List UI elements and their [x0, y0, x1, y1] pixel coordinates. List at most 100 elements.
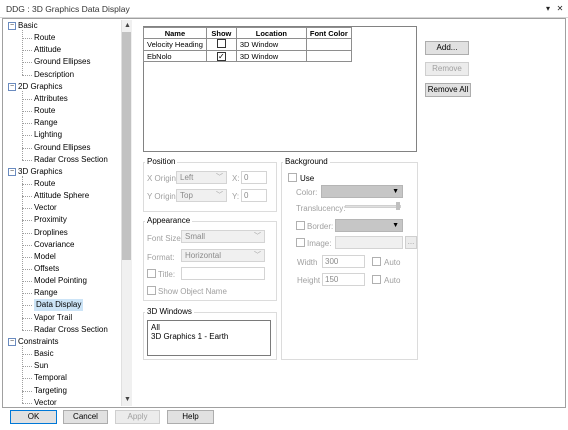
- height-auto-checkbox[interactable]: [372, 275, 381, 284]
- tree-item-sun[interactable]: Sun: [34, 360, 48, 372]
- translucency-slider-thumb[interactable]: [396, 202, 400, 210]
- column-header-font-color[interactable]: Font Color: [305, 27, 352, 39]
- tree-item-vector[interactable]: Vector: [34, 202, 57, 214]
- tree-item-model-pointing[interactable]: Model Pointing: [34, 275, 87, 287]
- width-input[interactable]: 300: [322, 255, 365, 268]
- use-background-checkbox[interactable]: [288, 173, 297, 182]
- title-input[interactable]: [181, 267, 265, 280]
- tree-item-range[interactable]: Range: [34, 117, 58, 129]
- tree-item-vapor-trail[interactable]: Vapor Trail: [34, 312, 72, 324]
- tree-item-model[interactable]: Model: [34, 251, 56, 263]
- tree-item-ground-ellipses[interactable]: Ground Ellipses: [34, 142, 90, 154]
- tree-connector: [22, 38, 32, 40]
- column-header-name[interactable]: Name: [143, 27, 207, 39]
- height-auto-label: Auto: [384, 276, 401, 285]
- row-location[interactable]: 3D Window: [235, 50, 307, 62]
- collapse-icon[interactable]: −: [8, 21, 16, 30]
- tree-item-offsets[interactable]: Offsets: [34, 263, 59, 275]
- x-input[interactable]: 0: [241, 171, 267, 184]
- ok-button[interactable]: OK: [10, 410, 57, 424]
- show-object-name-checkbox[interactable]: [147, 286, 156, 295]
- y-input[interactable]: 0: [241, 189, 267, 202]
- format-select[interactable]: Horizontal ﹀: [181, 249, 265, 262]
- border-checkbox[interactable]: [296, 221, 305, 230]
- show-checkbox[interactable]: ✓: [216, 51, 226, 61]
- tree-item-route[interactable]: Route: [34, 105, 55, 117]
- tree-group-3d-graphics[interactable]: −3D Graphics: [8, 166, 62, 178]
- translucency-slider[interactable]: [345, 205, 401, 208]
- close-icon[interactable]: ✕: [555, 4, 565, 14]
- image-browse-button[interactable]: ...: [405, 236, 417, 249]
- data-display-table: Name Show Location Font Color Velocity H…: [143, 27, 352, 62]
- dropdown-arrow-icon: ▼: [392, 188, 399, 195]
- x-label: X:: [232, 174, 240, 183]
- tree-item-targeting[interactable]: Targeting: [34, 385, 67, 397]
- tree-connector: [22, 175, 23, 330]
- collapse-icon[interactable]: −: [8, 167, 16, 176]
- row-location[interactable]: 3D Window: [235, 38, 307, 51]
- table-row[interactable]: EbNolo ✓ 3D Window: [143, 50, 352, 62]
- menu-icon[interactable]: ▾: [543, 4, 553, 14]
- tree-scroll-thumb[interactable]: [122, 32, 131, 260]
- background-color-select[interactable]: ▼: [321, 185, 403, 198]
- remove-all-button[interactable]: Remove All: [425, 83, 471, 97]
- tree-group-constraints[interactable]: − Constraints: [8, 336, 58, 348]
- tree-item-route[interactable]: Route: [34, 32, 55, 44]
- add-button[interactable]: Add...: [425, 41, 469, 55]
- tree-connector: [22, 196, 32, 198]
- list-item[interactable]: 3D Graphics 1 - Earth: [151, 332, 267, 341]
- collapse-icon[interactable]: −: [8, 337, 16, 346]
- position-group-title: Position: [145, 157, 178, 166]
- apply-button[interactable]: Apply: [115, 410, 160, 424]
- tree-connector: [22, 378, 32, 380]
- row-font-color[interactable]: [305, 38, 352, 51]
- scroll-down-icon[interactable]: ▼: [122, 394, 133, 405]
- y-origin-select[interactable]: Top ﹀: [176, 189, 227, 202]
- tree-item-radar-cross-section[interactable]: Radar Cross Section: [34, 154, 108, 166]
- tree-item-basic[interactable]: Basic: [34, 348, 54, 360]
- image-path-input[interactable]: [335, 236, 403, 249]
- image-checkbox[interactable]: [296, 238, 305, 247]
- font-size-select[interactable]: Small ﹀: [181, 230, 265, 243]
- tree-item-radar-cross-section[interactable]: Radar Cross Section: [34, 324, 108, 336]
- tree-connector: [22, 90, 23, 160]
- border-color-select[interactable]: ▼: [335, 219, 403, 232]
- tree-item-vector[interactable]: Vector: [34, 397, 57, 406]
- tree-group-2d-graphics[interactable]: −2D Graphics: [8, 81, 62, 93]
- show-checkbox[interactable]: [216, 39, 226, 48]
- x-origin-select[interactable]: Left ﹀: [176, 171, 227, 184]
- column-header-location[interactable]: Location: [235, 27, 307, 39]
- remove-button[interactable]: Remove: [425, 62, 469, 76]
- column-header-show[interactable]: Show: [205, 27, 237, 39]
- tree-item-attitude-sphere[interactable]: Attitude Sphere: [34, 190, 89, 202]
- tree-item-data-display[interactable]: Data Display: [34, 299, 84, 312]
- tree-item-proximity[interactable]: Proximity: [34, 214, 67, 226]
- tree-item-description[interactable]: Description: [34, 69, 74, 81]
- title-label: Title:: [158, 270, 176, 279]
- tree-item-ground-ellipses[interactable]: Ground Ellipses: [34, 56, 90, 68]
- tree-connector: [22, 390, 32, 392]
- position-group: [143, 162, 277, 212]
- cancel-button[interactable]: Cancel: [63, 410, 108, 424]
- height-input[interactable]: 150: [322, 273, 365, 286]
- tree-item-attributes[interactable]: Attributes: [34, 93, 68, 105]
- windows-3d-list[interactable]: All 3D Graphics 1 - Earth: [147, 320, 271, 356]
- tree-item-temporal[interactable]: Temporal: [34, 372, 67, 384]
- tree-item-covariance[interactable]: Covariance: [34, 239, 74, 251]
- list-item[interactable]: All: [151, 323, 267, 332]
- image-label: Image:: [307, 239, 332, 248]
- tree-item-attitude[interactable]: Attitude: [34, 44, 61, 56]
- width-auto-checkbox[interactable]: [372, 257, 381, 266]
- tree-connector: [22, 208, 32, 210]
- row-font-color[interactable]: [305, 50, 352, 62]
- tree-item-route[interactable]: Route: [34, 178, 55, 190]
- tree-item-lighting[interactable]: Lighting: [34, 129, 62, 141]
- table-row[interactable]: Velocity Heading 3D Window: [143, 38, 352, 51]
- tree-item-range[interactable]: Range: [34, 287, 58, 299]
- collapse-icon[interactable]: −: [8, 82, 16, 91]
- scroll-up-icon[interactable]: ▲: [122, 20, 133, 31]
- help-button[interactable]: Help: [167, 410, 214, 424]
- windows-3d-group-title: 3D Windows: [145, 307, 194, 316]
- title-checkbox[interactable]: [147, 269, 156, 278]
- tree-item-droplines[interactable]: Droplines: [34, 227, 68, 239]
